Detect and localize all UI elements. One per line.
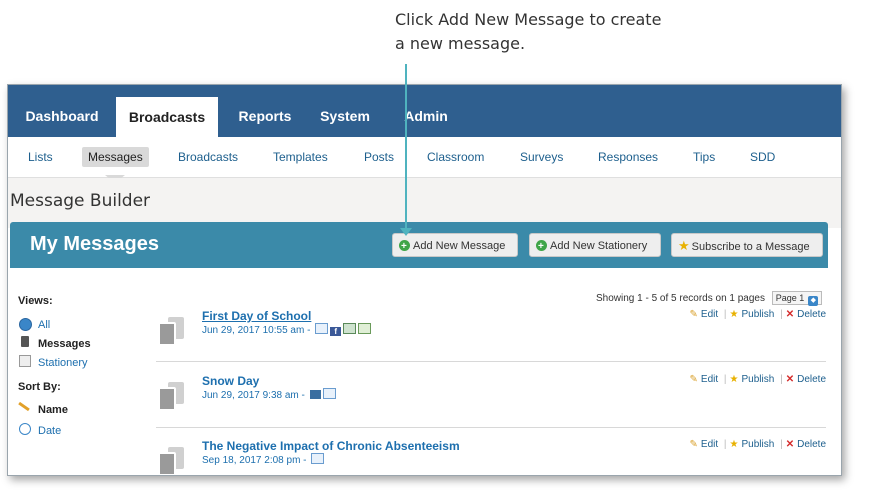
- top-nav: Dashboard Broadcasts Reports System Admi…: [8, 85, 841, 137]
- view-messages-link[interactable]: Messages: [38, 338, 91, 350]
- subnav-surveys[interactable]: Surveys: [520, 147, 563, 167]
- tab-dashboard[interactable]: Dashboard: [16, 99, 108, 137]
- chevron-updown-icon: ◆: [808, 296, 819, 306]
- sub-nav: Lists Messages Broadcasts Templates Post…: [8, 137, 841, 183]
- delete-icon: ✕: [785, 439, 795, 450]
- add-new-stationery-button[interactable]: Add New Stationery: [529, 233, 661, 259]
- app-window: Dashboard Broadcasts Reports System Admi…: [7, 84, 842, 476]
- message-date: Sep 18, 2017 2:08 pm -: [202, 453, 325, 466]
- records-summary: Showing 1 - 5 of 5 records on 1 pages Pa…: [596, 291, 823, 306]
- row-actions: ✎ Edit | ★ Publish | ✕ Delete: [689, 439, 826, 450]
- edit-icon: ✎: [689, 309, 698, 320]
- subnav-classroom[interactable]: Classroom: [427, 147, 484, 167]
- page-title: Message Builder: [10, 191, 151, 211]
- message-date-text: Jun 29, 2017 10:55 am -: [202, 325, 311, 336]
- tab-broadcasts[interactable]: Broadcasts: [116, 97, 218, 137]
- sort-by-label: Sort By:: [18, 381, 61, 393]
- subnav-posts[interactable]: Posts: [364, 147, 394, 167]
- publish-link[interactable]: Publish: [742, 374, 775, 385]
- tab-admin[interactable]: Admin: [400, 99, 452, 137]
- plus-circle-icon: [399, 235, 410, 259]
- sort-date-link[interactable]: Date: [38, 425, 61, 437]
- tab-reports[interactable]: Reports: [230, 99, 300, 137]
- publish-icon: ★: [729, 374, 739, 385]
- sort-name-link[interactable]: Name: [38, 404, 68, 416]
- message-date: Jun 29, 2017 9:38 am -: [202, 388, 336, 401]
- plus-circle-icon: [536, 235, 547, 259]
- publish-icon: ★: [729, 309, 739, 320]
- message-row: The Negative Impact of Chronic Absenteei…: [156, 439, 826, 475]
- add-new-message-label: Add New Message: [413, 240, 506, 252]
- message-row: Snow Day Jun 29, 2017 9:38 am - ✎ Edit | ★…: [156, 374, 826, 434]
- row-divider: [156, 361, 826, 362]
- row-divider: [156, 427, 826, 428]
- message-thumbnail-icon: [158, 382, 184, 411]
- globe-icon: [19, 318, 32, 331]
- web-icon: [343, 323, 357, 334]
- subnav-messages[interactable]: Messages: [82, 147, 149, 167]
- facebook-icon: f: [330, 327, 342, 336]
- callout-line-2: a new message.: [395, 34, 526, 53]
- edit-icon: ✎: [689, 374, 698, 385]
- email-icon: [311, 453, 325, 464]
- message-date-text: Sep 18, 2017 2:08 pm -: [202, 455, 307, 466]
- add-new-stationery-label: Add New Stationery: [550, 240, 648, 252]
- message-date-text: Jun 29, 2017 9:38 am -: [202, 390, 305, 401]
- tab-system[interactable]: System: [314, 99, 376, 137]
- message-thumbnail-icon: [158, 317, 184, 346]
- clock-icon: [19, 423, 31, 435]
- view-stationery-link[interactable]: Stationery: [38, 357, 88, 369]
- delete-link[interactable]: Delete: [797, 309, 826, 320]
- showing-text: Showing 1 - 5 of 5 records on 1 pages: [596, 293, 765, 304]
- message-title-link[interactable]: Snow Day: [202, 374, 259, 388]
- email-icon: [322, 388, 336, 399]
- page-header: Message Builder: [8, 178, 841, 228]
- callout-arrowhead: [400, 228, 412, 236]
- callout-text: Click Add New Message to create a new me…: [395, 8, 695, 56]
- subnav-responses[interactable]: Responses: [598, 147, 658, 167]
- delete-icon: ✕: [785, 374, 795, 385]
- message-date: Jun 29, 2017 10:55 am - f: [202, 323, 372, 336]
- views-label: Views:: [18, 295, 53, 307]
- subscribe-label: Subscribe to a Message: [691, 241, 810, 253]
- message-thumbnail-icon: [158, 447, 184, 475]
- row-actions: ✎ Edit | ★ Publish | ✕ Delete: [689, 309, 826, 320]
- message-row: First Day of School Jun 29, 2017 10:55 a…: [156, 309, 826, 369]
- my-messages-header: My Messages Add New Message Add New Stat…: [10, 222, 828, 268]
- delete-icon: ✕: [785, 309, 795, 320]
- delete-link[interactable]: Delete: [797, 374, 826, 385]
- subnav-templates[interactable]: Templates: [273, 147, 328, 167]
- panel-title: My Messages: [30, 233, 159, 255]
- callout-arrow: [405, 64, 407, 228]
- pencil-icon: [18, 401, 30, 412]
- add-new-message-button[interactable]: Add New Message: [392, 233, 518, 259]
- row-actions: ✎ Edit | ★ Publish | ✕ Delete: [689, 374, 826, 385]
- message-icon: [21, 336, 29, 347]
- edit-link[interactable]: Edit: [701, 439, 718, 450]
- message-title-link[interactable]: The Negative Impact of Chronic Absenteei…: [202, 439, 460, 453]
- star-icon: ★: [678, 238, 690, 253]
- publish-link[interactable]: Publish: [742, 309, 775, 320]
- edit-icon: ✎: [689, 439, 698, 450]
- subnav-sdd[interactable]: SDD: [750, 147, 775, 167]
- edit-link[interactable]: Edit: [701, 374, 718, 385]
- callout-line-1: Click Add New Message to create: [395, 10, 662, 29]
- play-icon: [358, 323, 372, 334]
- subnav-lists[interactable]: Lists: [28, 147, 53, 167]
- email-icon: [315, 323, 329, 334]
- page-select-value: Page 1: [775, 293, 805, 303]
- view-all-link[interactable]: All: [38, 319, 50, 331]
- subnav-broadcasts[interactable]: Broadcasts: [178, 147, 238, 167]
- subscribe-button[interactable]: ★ Subscribe to a Message: [671, 233, 823, 257]
- page-select[interactable]: Page 1 ◆: [771, 291, 823, 306]
- publish-icon: ★: [729, 439, 739, 450]
- message-title-link[interactable]: First Day of School: [202, 309, 311, 323]
- subnav-tips[interactable]: Tips: [693, 147, 715, 167]
- publish-link[interactable]: Publish: [742, 439, 775, 450]
- delete-link[interactable]: Delete: [797, 439, 826, 450]
- stationery-icon: [19, 355, 31, 367]
- edit-link[interactable]: Edit: [701, 309, 718, 320]
- image-icon: [309, 390, 321, 399]
